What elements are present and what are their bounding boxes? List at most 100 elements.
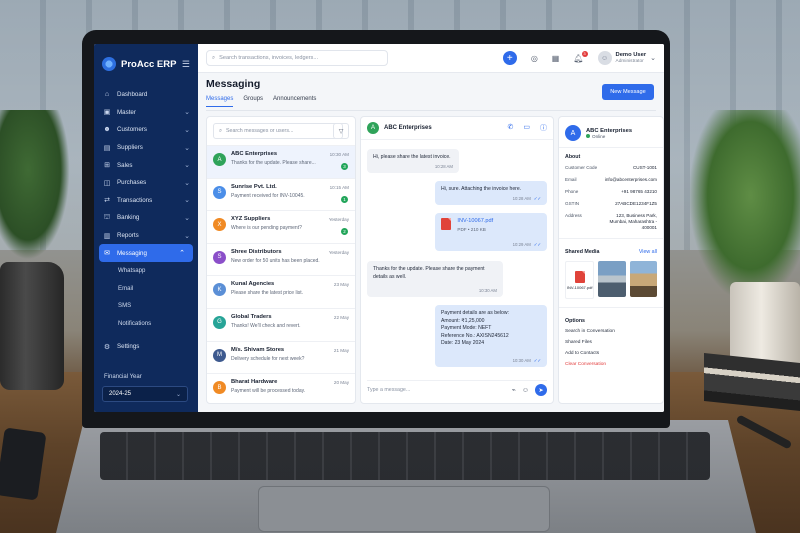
option-search-conversation[interactable]: Search in Conversation bbox=[559, 326, 663, 337]
topbar: ⌕ Search transactions, invoices, ledgers… bbox=[198, 44, 664, 73]
menu-toggle-icon[interactable]: ☰ bbox=[182, 59, 190, 70]
conversation-body: Shree Distributors New order for 50 units… bbox=[231, 249, 320, 264]
truck-icon: ▤ bbox=[103, 144, 111, 152]
message-time: 10:30 AM ✓✓ bbox=[513, 357, 541, 365]
contact-identity: ABC Enterprises Online bbox=[586, 128, 632, 139]
unread-badge: 3 bbox=[341, 163, 348, 170]
contact-info-panel: A ABC Enterprises Online About Customer … bbox=[558, 116, 664, 404]
message-line: Amount: ₹1,25,000 bbox=[441, 317, 485, 324]
conversation-search-placeholder: Search messages or users... bbox=[225, 128, 294, 134]
message-text: Thanks for the update. Please share the … bbox=[373, 266, 485, 280]
tab-groups[interactable]: Groups bbox=[243, 96, 263, 107]
sidebar-item-transactions[interactable]: ⇄ Transactions ⌄ bbox=[94, 192, 198, 210]
field-value: 123, Business Park, Mumbai, Maharashtra … bbox=[609, 213, 658, 230]
avatar: G bbox=[213, 315, 226, 329]
field-label: GSTIN bbox=[565, 201, 580, 206]
sidebar-subitem-sms[interactable]: SMS bbox=[94, 297, 198, 315]
conversation-item[interactable]: X XYZ Suppliers Where is our pending payme… bbox=[207, 210, 355, 243]
avatar: S bbox=[213, 185, 226, 199]
sidebar-item-customers[interactable]: ☻ Customers ⌄ bbox=[94, 121, 198, 139]
contact-status: Online bbox=[586, 133, 632, 139]
conversation-preview: Please share the latest price list. bbox=[231, 290, 303, 297]
contact-field: Phone +91 98765 43210 bbox=[559, 186, 663, 198]
conversation-item[interactable]: S Sunrise Pvt. Ltd. Payment received for I… bbox=[207, 177, 355, 211]
sidebar-settings: ⚙ Settings bbox=[94, 338, 198, 356]
shared-file[interactable]: INV-10067.pdf bbox=[565, 261, 595, 299]
conversation-item[interactable]: S Shree Distributors New order for 50 unit… bbox=[207, 242, 355, 276]
new-message-button[interactable]: New Message bbox=[602, 84, 654, 100]
conversation-item[interactable]: B Bharat Hardware Payment will be processe… bbox=[207, 373, 355, 403]
sidebar-item-master[interactable]: ▣ Master ⌄ bbox=[94, 104, 198, 122]
message-attachment[interactable]: INV-10067.pdf PDF • 210 KB 10:29 AM ✓✓ bbox=[435, 213, 547, 251]
sidebar-item-banking[interactable]: ⛫ Banking ⌄ bbox=[94, 209, 198, 227]
attachment-file-meta: PDF • 210 KB bbox=[457, 226, 486, 232]
avatar: A bbox=[213, 153, 226, 166]
field-label: Phone bbox=[565, 189, 579, 194]
option-shared-files[interactable]: Shared Files bbox=[559, 337, 663, 348]
chevron-down-icon: ⌄ bbox=[184, 162, 190, 170]
apps-grid-icon[interactable]: ▦ bbox=[552, 54, 560, 63]
view-all-link[interactable]: View all bbox=[639, 249, 657, 255]
financial-year-select[interactable]: 2024-25 ⌄ bbox=[102, 386, 188, 402]
conversation-item[interactable]: G Global Traders Thanks! We'll check and r… bbox=[207, 307, 355, 341]
sidebar-item-label: Master bbox=[117, 108, 136, 116]
settings-icon[interactable]: ◎ bbox=[531, 54, 538, 63]
message-input[interactable]: Type a message... ⌁ ☺ ➤ bbox=[367, 380, 547, 397]
sidebar-subitem-email[interactable]: Email bbox=[94, 280, 198, 298]
chat-actions: ✆ ▭ ⓘ bbox=[508, 123, 548, 133]
field-value: CUST-1001 bbox=[632, 165, 657, 170]
sidebar-item-suppliers[interactable]: ▤ Suppliers ⌄ bbox=[94, 139, 198, 157]
bell-icon[interactable]: 🔔︎ 3 bbox=[573, 50, 588, 63]
phone-icon[interactable]: ✆ bbox=[508, 123, 514, 133]
info-icon[interactable]: ⓘ bbox=[540, 123, 547, 133]
emoji-icon[interactable]: ☺ bbox=[522, 387, 529, 394]
conversation-name: Sunrise Pvt. Ltd. bbox=[231, 183, 277, 190]
shared-image[interactable] bbox=[598, 261, 626, 297]
message-time-text: 10:29 AM bbox=[512, 241, 531, 247]
send-button[interactable]: ➤ bbox=[535, 384, 547, 396]
user-name: Demo User bbox=[615, 52, 647, 58]
chevron-down-icon: ⌄ bbox=[184, 214, 190, 222]
bank-icon: ⛫ bbox=[103, 214, 111, 222]
global-search-input[interactable]: ⌕ Search transactions, invoices, ledgers… bbox=[206, 50, 388, 66]
sidebar-item-dashboard[interactable]: ⌂ Dashboard bbox=[94, 86, 198, 104]
page-header: Messaging bbox=[206, 78, 656, 90]
video-icon[interactable]: ▭ bbox=[523, 123, 530, 133]
conversation-time: Yesterday bbox=[328, 249, 349, 255]
cube-icon: ▣ bbox=[103, 109, 111, 117]
attach-icon[interactable]: ⌁ bbox=[512, 386, 516, 394]
user-menu[interactable]: ☺ Demo User Administrator ⌄ bbox=[597, 51, 656, 65]
brand-name: ProAcc ERP bbox=[121, 58, 177, 70]
message-time: 10:28 AM bbox=[434, 163, 453, 169]
conversation-item[interactable]: A ABC Enterprises Thanks for the update. P… bbox=[207, 145, 355, 178]
conversation-preview: Delivery schedule for next week? bbox=[231, 355, 305, 362]
chat-contact-name: ABC Enterprises bbox=[384, 125, 432, 131]
chevron-down-icon: ⌄ bbox=[184, 179, 190, 187]
shared-image[interactable] bbox=[629, 261, 657, 297]
sidebar-item-settings[interactable]: ⚙ Settings bbox=[94, 338, 198, 356]
cart-icon: ⊞ bbox=[104, 162, 110, 170]
tab-messages[interactable]: Messages bbox=[206, 96, 234, 107]
tab-announcements[interactable]: Announcements bbox=[273, 96, 316, 107]
chevron-down-icon: ⌄ bbox=[184, 109, 190, 117]
option-clear-conversation[interactable]: Clear Conversation bbox=[559, 359, 663, 370]
conversation-name: ABC Enterprises bbox=[231, 151, 278, 157]
conversation-item[interactable]: M M/s. Shivam Stores Delivery schedule for… bbox=[207, 340, 355, 374]
sidebar-subitem-whatsapp[interactable]: Whatsapp bbox=[94, 262, 198, 280]
conversation-search-input[interactable]: ⌕ Search messages or users... bbox=[213, 123, 343, 139]
shared-media-title: Shared Media View all bbox=[559, 243, 663, 257]
conversation-item[interactable]: K Kunal Agencies Please share the latest p… bbox=[207, 275, 355, 308]
filter-button[interactable]: ▽ bbox=[333, 123, 349, 139]
add-button[interactable]: + bbox=[502, 51, 517, 65]
conversation-name: Bharat Hardware bbox=[231, 379, 278, 386]
option-add-to-contacts[interactable]: Add to Contacts bbox=[559, 348, 663, 359]
sidebar-item-label: Reports bbox=[117, 232, 139, 240]
sidebar-item-purchases[interactable]: ◫ Purchases ⌄ bbox=[94, 174, 198, 192]
chart-icon: ▥ bbox=[103, 232, 111, 240]
sidebar-subitem-notifications[interactable]: Notifications bbox=[94, 315, 198, 333]
sidebar-item-reports[interactable]: ▥ Reports ⌄ bbox=[94, 227, 198, 245]
sidebar-item-label: Transactions bbox=[117, 196, 153, 204]
sidebar-item-messaging[interactable]: ✉ Messaging ⌃ bbox=[99, 244, 193, 262]
sidebar-item-sales[interactable]: ⊞ Sales ⌄ bbox=[94, 156, 198, 174]
avatar: X bbox=[213, 218, 226, 232]
